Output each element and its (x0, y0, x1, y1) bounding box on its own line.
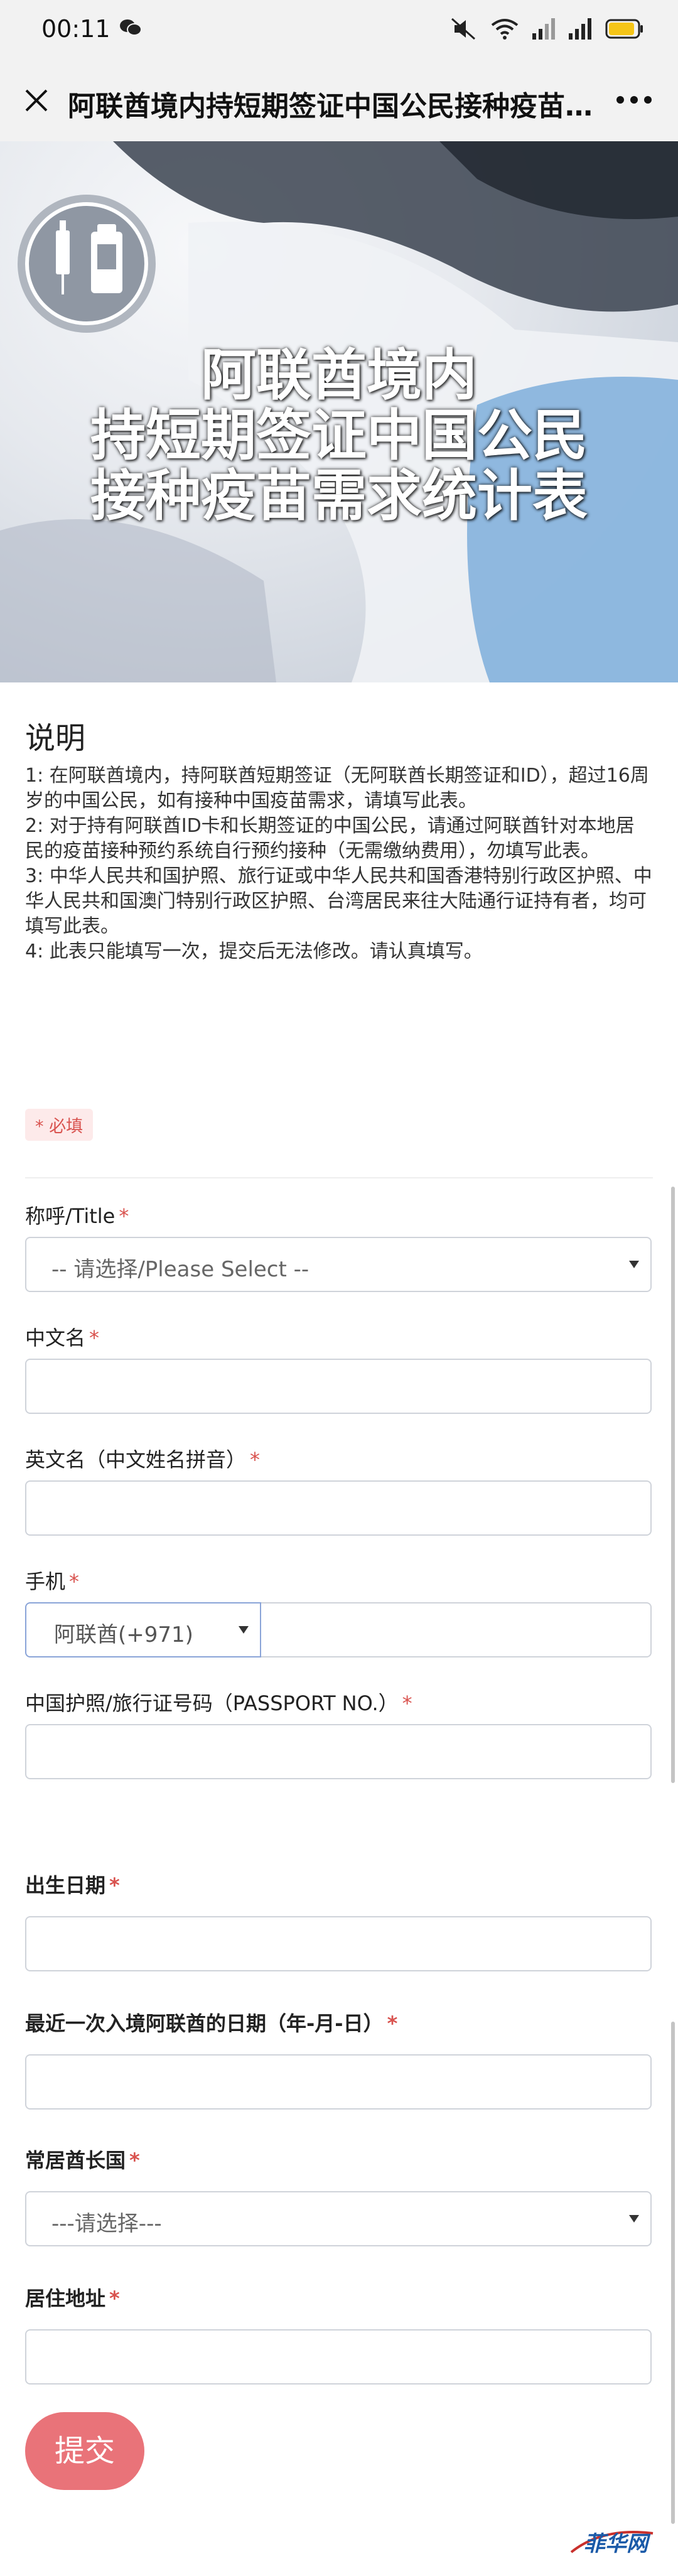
scrollbar[interactable] (671, 1187, 675, 1783)
banner-title-line-1: 阿联酋境内 (200, 343, 477, 407)
chinese-name-label-text: 中文名 (25, 1326, 86, 1350)
birth-date-label: 出生日期 * (25, 1870, 120, 1899)
last-entry-label-text: 最近一次入境阿联酋的日期（年-月-日） (25, 2012, 384, 2035)
emirate-select[interactable]: ---请选择--- (25, 2191, 652, 2246)
submit-button[interactable]: 提交 (25, 2412, 144, 2490)
birth-date-input[interactable] (25, 1916, 652, 1971)
required-star: * (250, 1448, 261, 1472)
phone-label-text: 手机 (25, 1570, 66, 1593)
close-icon[interactable] (21, 85, 51, 116)
required-star: * (119, 1204, 129, 1228)
last-entry-input[interactable] (25, 2054, 652, 2110)
mute-icon (451, 18, 475, 40)
country-code-select[interactable]: 阿联酋(+971) (25, 1602, 261, 1657)
status-time: 00:11 (41, 15, 110, 43)
signal-icon-1 (532, 18, 555, 40)
chevron-down-icon (629, 1261, 639, 1268)
required-star: * (69, 1570, 80, 1593)
address-label: 居住地址 * (25, 2283, 120, 2312)
signal-icon-2 (569, 18, 591, 40)
title-select[interactable]: -- 请选择/Please Select -- (25, 1237, 652, 1292)
description-item: 1: 在阿联酋境内，持阿联酋短期签证（无阿联酋长期签证和ID），超过16周岁的中… (25, 765, 649, 812)
banner-title-line-3: 接种疫苗需求统计表 (90, 463, 588, 528)
scrollbar[interactable] (671, 2022, 675, 2524)
description-heading: 说明 (25, 721, 86, 756)
country-code-value: 阿联酋(+971) (54, 1622, 193, 1647)
title-label: 称呼/Title * (25, 1200, 129, 1229)
wechat-icon (120, 19, 142, 36)
english-name-label: 英文名（中文姓名拼音） * (25, 1444, 260, 1473)
nav-bar: 阿联酋境内持短期签证中国公民接种疫苗... (0, 60, 678, 141)
watermark-text: 菲华网 (584, 2531, 648, 2557)
required-star: * (402, 1691, 412, 1715)
phone-label: 手机 * (25, 1566, 79, 1595)
banner-title-line-2: 持短期签证中国公民 (90, 403, 588, 468)
battery-icon (605, 19, 643, 39)
chevron-down-icon (239, 1626, 249, 1634)
required-star: * (109, 1873, 120, 1897)
passport-label: 中国护照/旅行证号码（PASSPORT NO.） * (25, 1688, 412, 1716)
title-label-text: 称呼/Title (25, 1204, 116, 1228)
wifi-icon (491, 19, 519, 40)
required-star: * (129, 2148, 140, 2172)
address-input[interactable] (25, 2329, 652, 2385)
english-name-label-text: 英文名（中文姓名拼音） (25, 1448, 247, 1472)
title-select-value: -- 请选择/Please Select -- (51, 1257, 309, 1282)
banner-image: 阿联酋境内 持短期签证中国公民 接种疫苗需求统计表 (0, 141, 678, 682)
phone-input[interactable] (261, 1602, 652, 1657)
last-entry-label: 最近一次入境阿联酋的日期（年-月-日） * (25, 2008, 397, 2037)
description-item: 2: 对于持有阿联酋ID卡和长期签证的中国公民，请通过阿联酋针对本地居民的疫苗接… (25, 815, 635, 862)
chevron-down-icon (629, 2215, 639, 2223)
divider (25, 1177, 653, 1178)
emirate-label: 常居酋长国 * (25, 2145, 140, 2174)
status-icons (449, 15, 644, 43)
required-star: * (89, 1326, 100, 1350)
required-star: * (387, 2012, 398, 2035)
description-item: 3: 中华人民共和国护照、旅行证或中华人民共和国香港特别行政区护照、中华人民共和… (25, 865, 652, 937)
chinese-name-input[interactable] (25, 1359, 652, 1414)
emirate-select-value: ---请选择--- (51, 2211, 162, 2236)
required-badge: * 必填 (25, 1109, 94, 1141)
description-body: 1: 在阿联酋境内，持阿联酋短期签证（无阿联酋长期签证和ID），超过16周岁的中… (25, 763, 653, 964)
status-bar: 00:11 (0, 0, 678, 60)
required-star: * (109, 2287, 120, 2310)
page-title: 阿联酋境内持短期签证中国公民接种疫苗... (68, 90, 595, 122)
emirate-label-text: 常居酋长国 (25, 2148, 126, 2172)
english-name-input[interactable] (25, 1480, 652, 1536)
description-item: 4: 此表只能填写一次，提交后无法修改。请认真填写。 (25, 940, 483, 962)
chinese-name-label: 中文名 * (25, 1322, 99, 1351)
passport-input[interactable] (25, 1724, 652, 1779)
more-icon[interactable] (615, 95, 653, 105)
passport-label-text: 中国护照/旅行证号码（PASSPORT NO.） (25, 1691, 399, 1715)
address-label-text: 居住地址 (25, 2287, 106, 2310)
birth-date-label-text: 出生日期 (25, 1873, 106, 1897)
banner-title: 阿联酋境内 持短期签证中国公民 接种疫苗需求统计表 (0, 345, 678, 526)
syringe-logo-icon (18, 195, 156, 333)
